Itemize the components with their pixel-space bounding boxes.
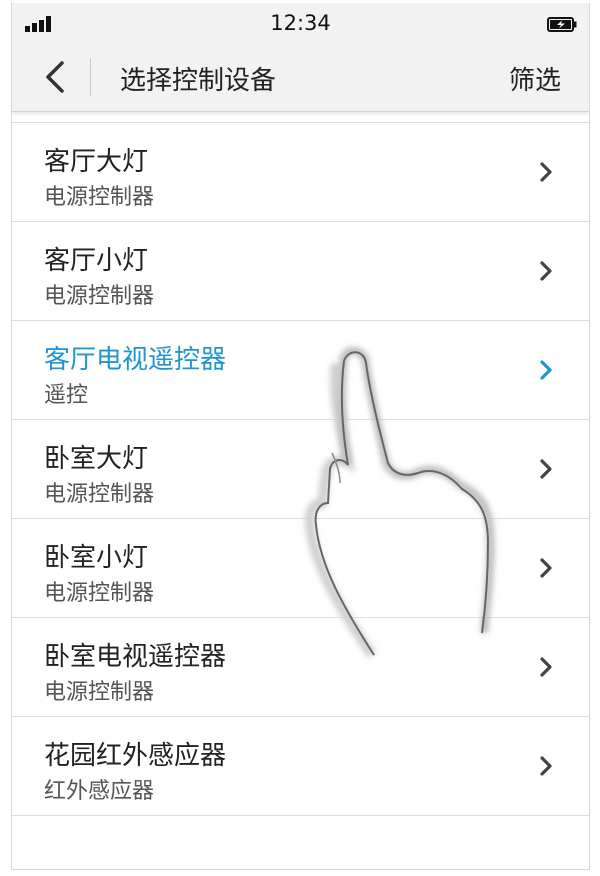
device-type: 电源控制器 [44,284,155,309]
device-name: 客厅大灯 [44,147,149,177]
status-time: 12:34 [270,11,331,35]
device-name: 卧室电视遥控器 [44,642,227,672]
device-list-item[interactable]: 客厅电视遥控器 遥控 [12,321,589,420]
chevron-left-icon [46,61,64,93]
phone-screen: 12:34 选择控制设备 筛选 客厅大灯 电源控制器 客厅小灯 电源控制器 客厅电视遥控… [11,3,590,870]
device-type: 电源控制器 [44,482,155,507]
device-name: 花园红外感应器 [44,741,227,771]
chevron-right-icon [540,261,552,281]
device-type: 电源控制器 [44,680,155,705]
device-list-item[interactable]: 卧室电视遥控器电源控制器 [12,618,589,717]
page-title: 选择控制设备 [120,66,277,96]
device-list: 客厅大灯 电源控制器 客厅小灯 电源控制器 客厅电视遥控器 遥控 卧室大灯 电源控制器 卧室小灯… [12,122,589,816]
device-type: 红外感应器 [44,779,155,804]
chevron-right-icon [540,162,552,182]
device-name: 客厅小灯 [44,246,149,276]
device-list-item[interactable]: 卧室小灯 电源控制器 [12,519,589,618]
device-type: 遥控 [44,383,89,408]
device-list-item[interactable]: 客厅大灯 电源控制器 [12,123,589,222]
chevron-right-icon [540,360,552,380]
device-list-item[interactable]: 卧室大灯 电源控制器 [12,420,589,519]
navigation-bar: 选择控制设备 筛选 [12,43,589,112]
nav-divider [90,58,91,96]
filter-button[interactable]: 筛选 [509,60,561,97]
chevron-right-icon [540,756,552,776]
chevron-right-icon [540,558,552,578]
battery-charging-icon [547,17,577,32]
device-name: 卧室大灯 [44,444,149,474]
chevron-right-icon [540,657,552,677]
device-list-item[interactable]: 花园红外感应器红外感应器 [12,717,589,816]
device-name: 客厅电视遥控器 [44,345,227,375]
device-name: 卧室小灯 [44,543,149,573]
status-bar: 12:34 [12,3,589,43]
back-button[interactable] [36,57,72,97]
device-list-item[interactable]: 客厅小灯 电源控制器 [12,222,589,321]
device-type: 电源控制器 [44,581,155,606]
chevron-right-icon [540,459,552,479]
device-type: 电源控制器 [44,185,155,210]
